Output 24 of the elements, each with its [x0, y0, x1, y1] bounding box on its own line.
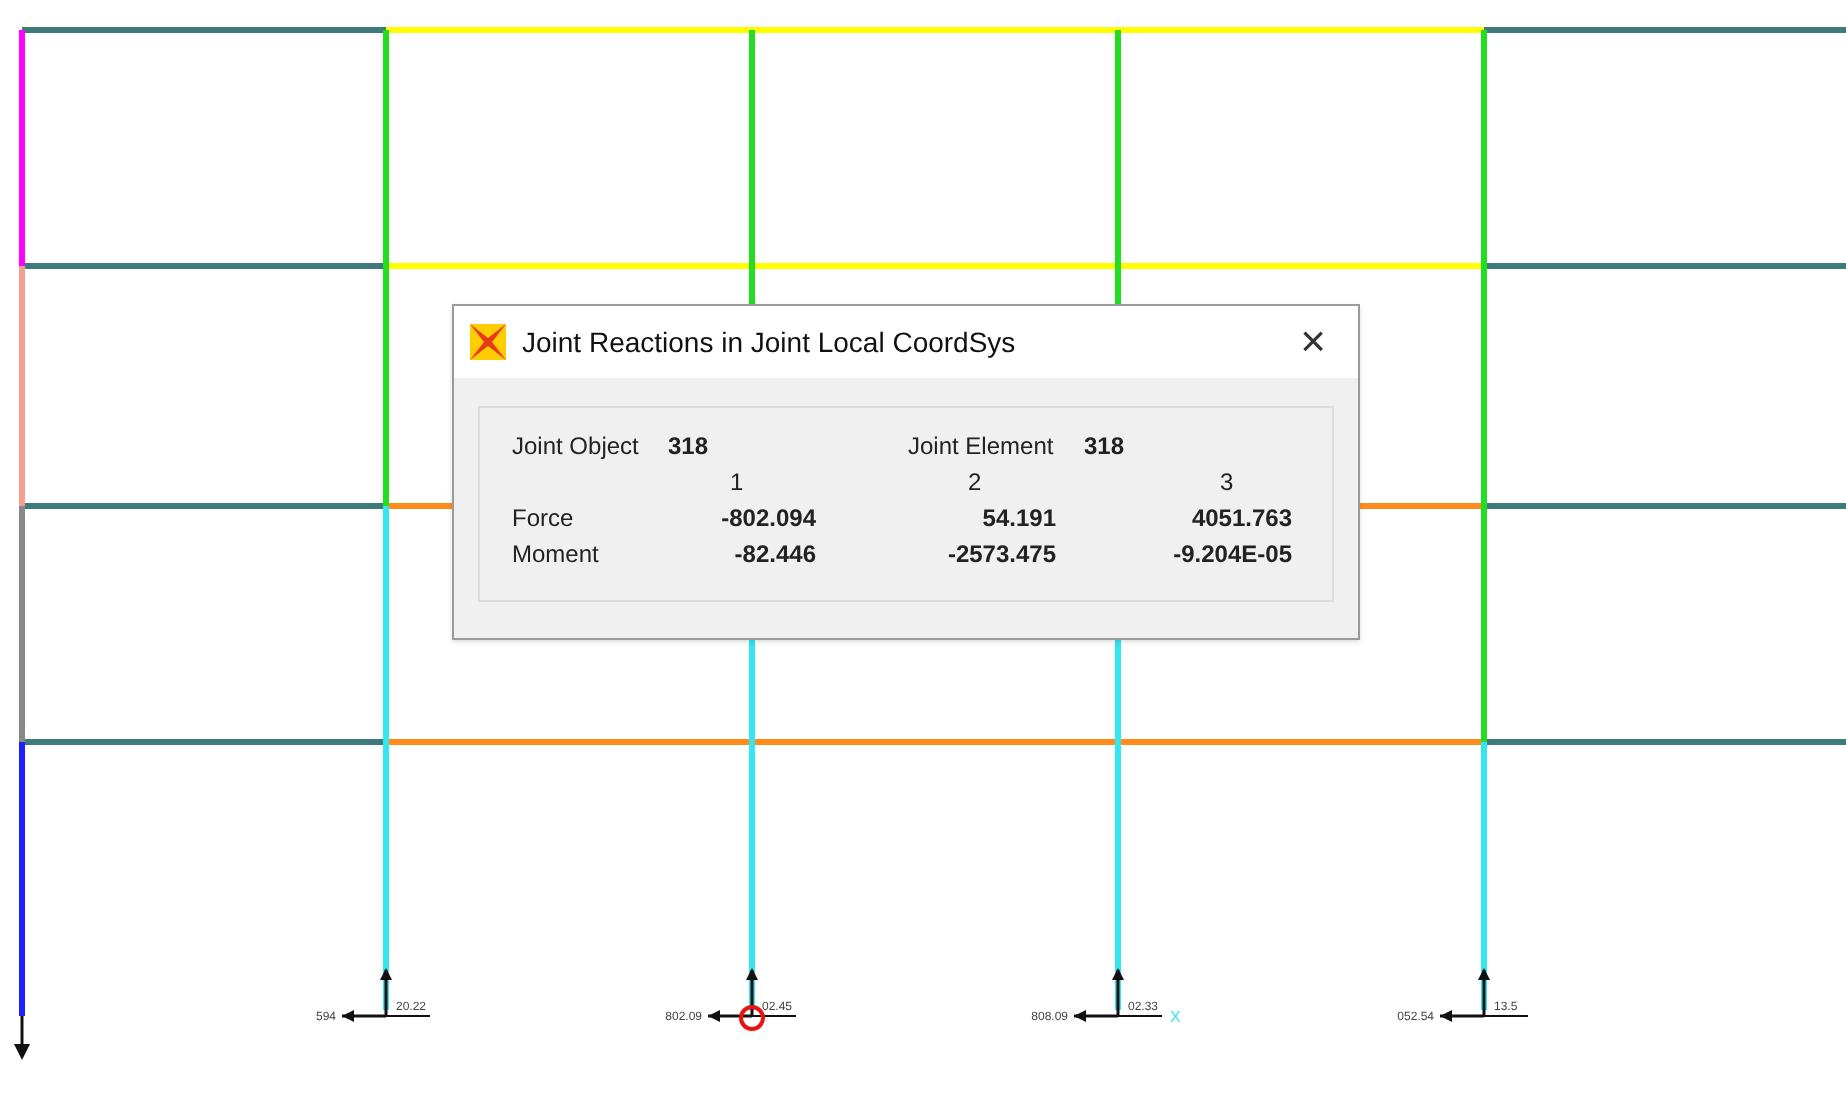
table-cell-text: -82.446 — [732, 538, 816, 572]
column-header: 2 — [966, 466, 984, 500]
field-value: 318 — [1084, 430, 1125, 464]
table-cell-text: 54.191 — [980, 502, 1056, 536]
row-label: Moment — [512, 538, 601, 572]
table-cell-text: -802.094 — [719, 502, 816, 536]
axis-line — [385, 1015, 431, 1017]
close-button[interactable]: × — [1284, 320, 1342, 364]
field-label: Joint Element — [908, 430, 1056, 464]
table-cell-text: 4051.763 — [1189, 502, 1292, 536]
field-value: 318 — [668, 430, 711, 464]
reaction-arrow — [14, 1016, 30, 1060]
axis-label: X — [1170, 1008, 1181, 1026]
app-logo-icon — [470, 324, 506, 360]
axis-line — [1117, 1015, 1163, 1017]
axis-line — [751, 1015, 797, 1017]
field-label: Joint Object — [512, 430, 641, 464]
row-label: Force — [512, 502, 576, 536]
table-cell-text: -2573.475 — [945, 538, 1056, 572]
column-header: 1 — [728, 466, 746, 500]
dialog-title: Joint Reactions in Joint Local CoordSys — [522, 323, 1018, 362]
axis-line — [1483, 1015, 1529, 1017]
table-cell-text: -9.204E-05 — [1171, 538, 1292, 572]
column-header: 3 — [1218, 466, 1236, 500]
